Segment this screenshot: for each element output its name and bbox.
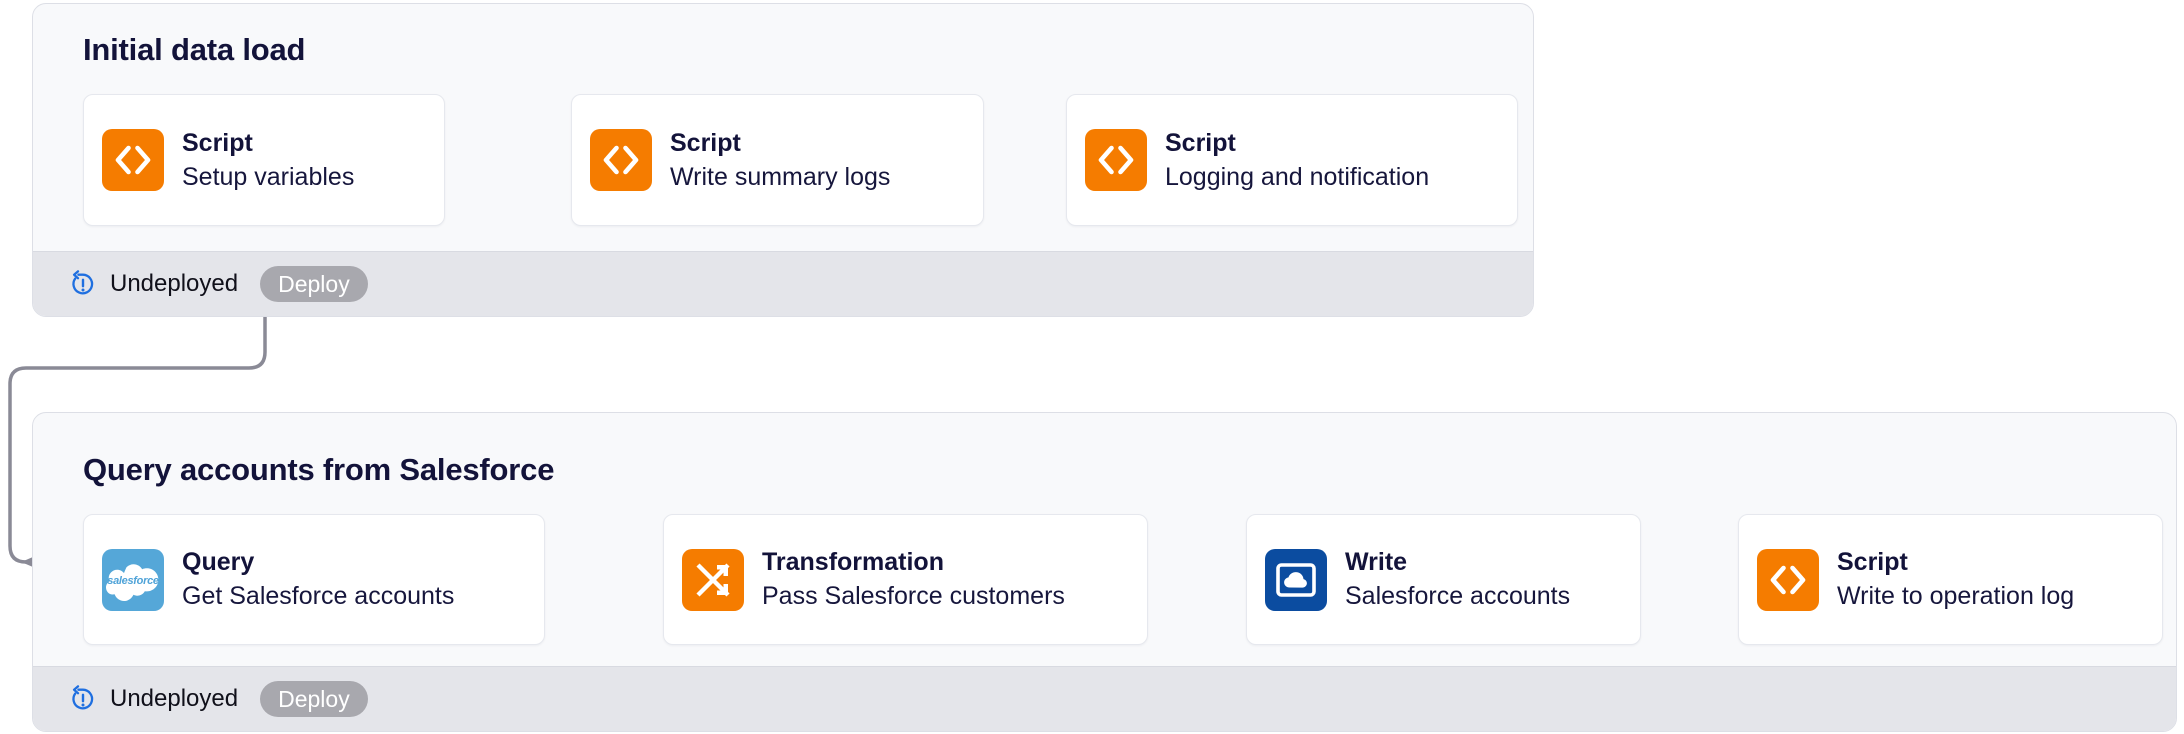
cloud-in-frame-glyph <box>1275 562 1317 598</box>
status-label: Undeployed <box>110 685 238 713</box>
node-description-label: Salesforce accounts <box>1345 584 1570 609</box>
node-description-label: Setup variables <box>182 165 354 190</box>
shuffle-arrows-glyph <box>693 560 733 600</box>
node-type-label: Query <box>182 550 454 575</box>
group-title: Query accounts from Salesforce <box>83 452 554 488</box>
node-type-label: Transformation <box>762 550 1065 575</box>
node-script-setup-variables[interactable]: Script Setup variables <box>83 94 445 226</box>
salesforce-wordmark: salesforce <box>107 575 158 587</box>
cloud-write-icon <box>1265 549 1327 611</box>
node-script-write-to-operation-log[interactable]: Script Write to operation log <box>1738 514 2163 645</box>
node-description-label: Pass Salesforce customers <box>762 584 1065 609</box>
shuffle-arrows-icon <box>682 549 744 611</box>
script-code-icon <box>1085 129 1147 191</box>
node-description-label: Get Salesforce accounts <box>182 584 454 609</box>
node-type-label: Script <box>1165 131 1429 156</box>
node-script-logging-and-notification[interactable]: Script Logging and notification <box>1066 94 1518 226</box>
node-text: Write Salesforce accounts <box>1345 550 1570 609</box>
refresh-alert-glyph <box>69 270 97 298</box>
code-chevrons-glyph <box>1097 145 1135 175</box>
node-type-label: Write <box>1345 550 1570 575</box>
undeployed-refresh-alert-icon <box>68 684 98 714</box>
node-text: Transformation Pass Salesforce customers <box>762 550 1065 609</box>
node-description-label: Logging and notification <box>1165 165 1429 190</box>
node-description-label: Write summary logs <box>670 165 890 190</box>
node-type-label: Script <box>670 131 890 156</box>
node-type-label: Script <box>1837 550 2074 575</box>
script-code-icon <box>102 129 164 191</box>
node-script-write-summary-logs[interactable]: Script Write summary logs <box>571 94 984 226</box>
undeployed-refresh-alert-icon <box>68 269 98 299</box>
script-code-icon <box>1757 549 1819 611</box>
node-text: Script Logging and notification <box>1165 131 1429 190</box>
script-code-icon <box>590 129 652 191</box>
status-label: Undeployed <box>110 270 238 298</box>
code-chevrons-glyph <box>114 145 152 175</box>
code-chevrons-glyph <box>1769 565 1807 595</box>
node-text: Script Write to operation log <box>1837 550 2074 609</box>
workflow-canvas: Initial data load Script Setup variables <box>0 0 2184 734</box>
group-query-accounts-from-salesforce[interactable]: Query accounts from Salesforce salesforc… <box>32 412 2177 732</box>
deployment-status-bar: Undeployed Deploy <box>33 666 2176 731</box>
refresh-alert-glyph <box>69 685 97 713</box>
node-text: Script Write summary logs <box>670 131 890 190</box>
salesforce-cloud-icon: salesforce <box>102 549 164 611</box>
group-initial-data-load[interactable]: Initial data load Script Setup variables <box>32 3 1534 317</box>
node-write-salesforce-accounts[interactable]: Write Salesforce accounts <box>1246 514 1641 645</box>
deploy-button[interactable]: Deploy <box>260 266 368 302</box>
code-chevrons-glyph <box>602 145 640 175</box>
deploy-button[interactable]: Deploy <box>260 681 368 717</box>
node-description-label: Write to operation log <box>1837 584 2074 609</box>
deployment-status-bar: Undeployed Deploy <box>33 251 1533 316</box>
group-title: Initial data load <box>83 32 305 68</box>
node-text: Script Setup variables <box>182 131 354 190</box>
node-text: Query Get Salesforce accounts <box>182 550 454 609</box>
node-type-label: Script <box>182 131 354 156</box>
node-query-get-salesforce-accounts[interactable]: salesforce Query Get Salesforce accounts <box>83 514 545 645</box>
node-transformation-pass-salesforce-customers[interactable]: Transformation Pass Salesforce customers <box>663 514 1148 645</box>
